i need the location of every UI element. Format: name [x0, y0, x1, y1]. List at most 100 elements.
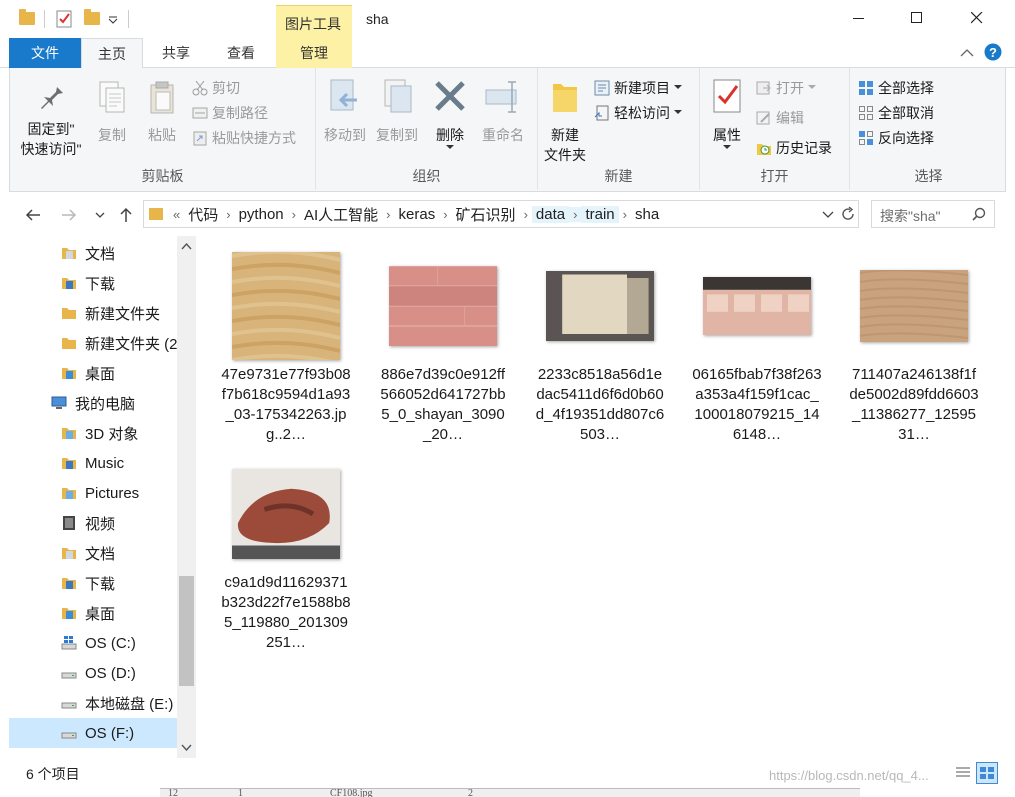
file-item[interactable]: 886e7d39c0e912ff566052d641727bb5_0_shaya… — [378, 248, 508, 445]
chevron-down-icon — [674, 85, 682, 89]
file-item[interactable]: c9a1d9d11629371b323d22f7e1588b85_119880_… — [221, 456, 351, 653]
new-item-button[interactable]: 新建项目 — [594, 76, 683, 100]
nav-item-label: 下载 — [85, 275, 116, 293]
forward-arrow-icon[interactable] — [61, 208, 77, 222]
nav-item[interactable]: Pictures — [9, 478, 177, 508]
file-item[interactable]: 711407a246138f1fde5002d89fdd6603_1138627… — [849, 248, 979, 445]
paste-button[interactable]: 粘贴 — [142, 80, 182, 145]
collapse-ribbon-icon[interactable] — [960, 48, 974, 58]
rename-label: 重命名 — [482, 127, 524, 143]
minimize-button[interactable] — [836, 0, 882, 36]
file-item[interactable]: 47e9731e77f93b08f7b618c9594d1a93_03-1753… — [221, 248, 351, 445]
properties-button[interactable]: 属性 — [706, 78, 748, 151]
address-history-icon[interactable] — [822, 211, 834, 219]
address-bar[interactable]: « 代码 › python › AI人工智能 › keras › 矿石识别 › … — [143, 200, 859, 228]
chevron-right-icon[interactable]: › — [520, 207, 532, 222]
file-item[interactable]: 2233c8518a56d1edac5411d6f6d0b60d_4f19351… — [535, 248, 665, 445]
file-name: 711407a246138f1fde5002d89fdd6603_1138627… — [849, 366, 979, 443]
chevron-right-icon[interactable]: › — [288, 207, 300, 222]
recent-locations-icon[interactable] — [95, 212, 105, 219]
rename-button[interactable]: 重命名 — [476, 78, 530, 145]
maximize-button[interactable] — [894, 0, 940, 36]
help-icon[interactable]: ? — [984, 43, 1002, 61]
select-none-button[interactable]: 全部取消 — [858, 101, 934, 125]
nav-item[interactable]: 视频 — [9, 508, 177, 538]
file-item[interactable]: 06165fbab7f38f263a353a4f159f1cac_1000180… — [692, 248, 822, 445]
new-folder-quick-icon[interactable] — [84, 9, 100, 25]
tab-view[interactable]: 查看 — [210, 38, 272, 68]
breadcrumb-item[interactable]: keras — [395, 206, 440, 223]
breadcrumb-overflow[interactable]: « — [169, 207, 184, 222]
customize-toolbar-icon[interactable] — [108, 16, 118, 24]
nav-item[interactable]: OS (C:) — [9, 628, 177, 658]
nav-item[interactable]: 文档 — [9, 538, 177, 568]
copy-button[interactable]: 复制 — [92, 80, 132, 145]
tab-manage[interactable]: 管理 — [276, 38, 352, 68]
nav-item-label: 新建文件夹 — [85, 305, 161, 323]
details-view-icon[interactable] — [954, 764, 972, 782]
select-none-icon — [859, 106, 873, 120]
scroll-up-icon[interactable] — [181, 243, 192, 250]
breadcrumb-item[interactable]: AI人工智能 — [300, 204, 382, 225]
edit-button[interactable]: 编辑 — [756, 106, 804, 130]
chevron-right-icon[interactable]: › — [619, 207, 631, 222]
delete-button[interactable]: 删除 — [430, 78, 470, 151]
pin-quick-access-button[interactable]: 固定到" 快速访问" — [14, 80, 88, 159]
breadcrumb-item[interactable]: data — [531, 205, 570, 223]
nav-item[interactable]: 文档 — [9, 238, 177, 268]
maximize-icon — [911, 12, 922, 23]
refresh-icon[interactable] — [840, 206, 856, 222]
breadcrumb-item[interactable]: 代码 — [184, 204, 222, 225]
nav-item[interactable]: 桌面 — [9, 358, 177, 388]
history-button[interactable]: 历史记录 — [756, 136, 832, 160]
chevron-right-icon[interactable]: › — [382, 207, 394, 222]
open-label: 打开 — [776, 80, 804, 96]
new-folder-button[interactable]: 新建 文件夹 — [540, 78, 590, 165]
breadcrumb-item[interactable]: python — [235, 206, 288, 223]
breadcrumb-item[interactable]: 矿石识别 — [452, 204, 520, 225]
tab-file[interactable]: 文件 — [9, 38, 81, 68]
search-icon[interactable] — [972, 207, 986, 221]
nav-scrollbar-thumb[interactable] — [179, 576, 194, 686]
properties-quick-icon[interactable] — [56, 10, 74, 28]
back-arrow-icon[interactable] — [25, 208, 41, 222]
breadcrumb-item-current[interactable]: sha — [631, 206, 663, 223]
copy-path-button[interactable]: 复制路径 — [192, 101, 268, 125]
tab-share[interactable]: 共享 — [145, 38, 207, 68]
chevron-right-icon[interactable]: › — [222, 207, 234, 222]
nav-item[interactable]: OS (F:) — [9, 718, 177, 748]
nav-item[interactable]: 下载 — [9, 268, 177, 298]
select-all-button[interactable]: 全部选择 — [858, 76, 934, 100]
tab-home[interactable]: 主页 — [81, 38, 143, 69]
easy-access-button[interactable]: 轻松访问 — [594, 101, 683, 125]
move-to-button[interactable]: 移动到 — [320, 78, 370, 145]
open-button[interactable]: 打开 — [756, 76, 817, 100]
nav-item-label: 本地磁盘 (E:) — [85, 695, 174, 713]
up-arrow-icon[interactable] — [119, 207, 133, 223]
nav-item[interactable]: 新建文件夹 (2 — [9, 328, 177, 358]
close-button[interactable] — [954, 0, 1000, 36]
invert-selection-button[interactable]: 反向选择 — [858, 126, 934, 150]
cut-button[interactable]: 剪切 — [192, 76, 240, 100]
search-input[interactable]: 搜索"sha" — [871, 200, 995, 228]
nav-item[interactable]: 新建文件夹 — [9, 298, 177, 328]
scroll-down-icon[interactable] — [181, 744, 192, 751]
image-thumbnail — [232, 468, 340, 559]
nav-item[interactable]: 下载 — [9, 568, 177, 598]
nav-item[interactable]: 我的电脑 — [9, 388, 177, 418]
copy-icon — [99, 81, 125, 113]
nav-item[interactable]: Music — [9, 448, 177, 478]
item-count: 6 个项目 — [26, 766, 80, 782]
file-name: 2233c8518a56d1edac5411d6f6d0b60d_4f19351… — [535, 366, 665, 443]
chevron-right-icon[interactable]: › — [569, 206, 582, 222]
paste-shortcut-button[interactable]: 粘贴快捷方式 — [192, 126, 296, 150]
copy-to-button[interactable]: 复制到 — [372, 78, 422, 145]
nav-item[interactable]: 3D 对象 — [9, 418, 177, 448]
breadcrumb-item[interactable]: train — [581, 205, 619, 223]
nav-item[interactable]: 桌面 — [9, 598, 177, 628]
chevron-right-icon[interactable]: › — [439, 207, 451, 222]
large-icons-view-button[interactable] — [976, 762, 998, 784]
nav-item[interactable]: 本地磁盘 (E:) — [9, 688, 177, 718]
nav-item[interactable]: OS (D:) — [9, 658, 177, 688]
chevron-down-icon — [446, 145, 454, 149]
